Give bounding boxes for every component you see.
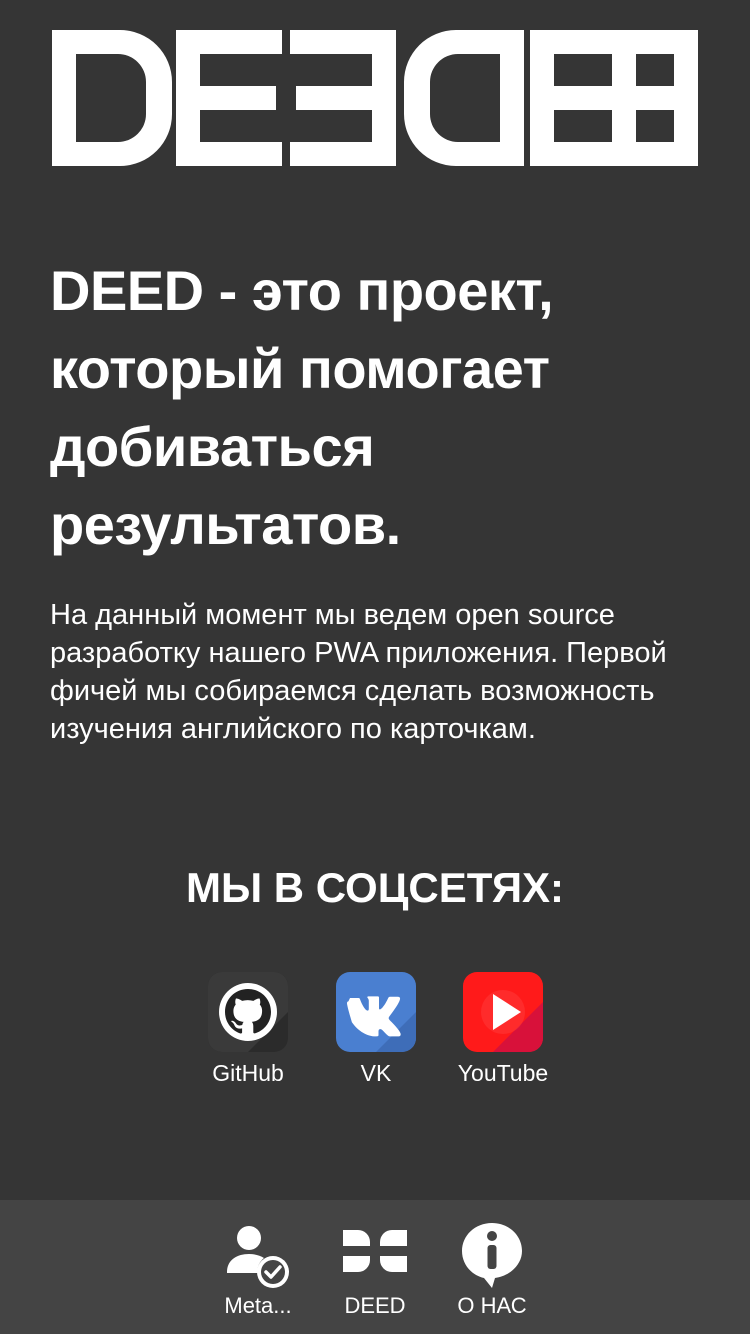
intro-text: На данный момент мы ведем open source ра…: [50, 599, 667, 745]
nav-item-about[interactable]: О НАС: [432, 1220, 552, 1320]
deed-logo-graphic: [52, 30, 698, 166]
github-icon: [208, 972, 288, 1052]
youtube-label: YouTube: [457, 1060, 549, 1086]
deed-logo: [50, 28, 700, 168]
nav-label-deed: DEED: [344, 1293, 406, 1318]
vk-icon: [336, 972, 416, 1052]
headline: DEED - это проект, который помогает доби…: [50, 259, 554, 556]
deed-logo-icon: [343, 1230, 407, 1272]
vk-link[interactable]: VK: [311, 972, 441, 1088]
user-check-icon: [227, 1226, 289, 1288]
youtube-icon: [463, 972, 543, 1052]
youtube-link[interactable]: YouTube: [438, 972, 568, 1088]
social-links: GitHub VK YouTube: [0, 972, 750, 1092]
nav-item-meta[interactable]: Meta...: [198, 1220, 318, 1320]
nav-item-deed[interactable]: DEED: [315, 1220, 435, 1320]
vk-label: VK: [360, 1060, 392, 1086]
nav-label-about: О НАС: [457, 1293, 527, 1318]
github-link[interactable]: GitHub: [183, 972, 313, 1088]
github-label: GitHub: [212, 1060, 284, 1086]
bottom-navigation: Meta... DEED О НАС: [0, 1200, 750, 1334]
nav-label-meta: Meta...: [224, 1293, 292, 1318]
info-bubble-icon: [462, 1223, 522, 1288]
social-section-title: МЫ В СОЦСЕТЯХ:: [185, 864, 565, 911]
